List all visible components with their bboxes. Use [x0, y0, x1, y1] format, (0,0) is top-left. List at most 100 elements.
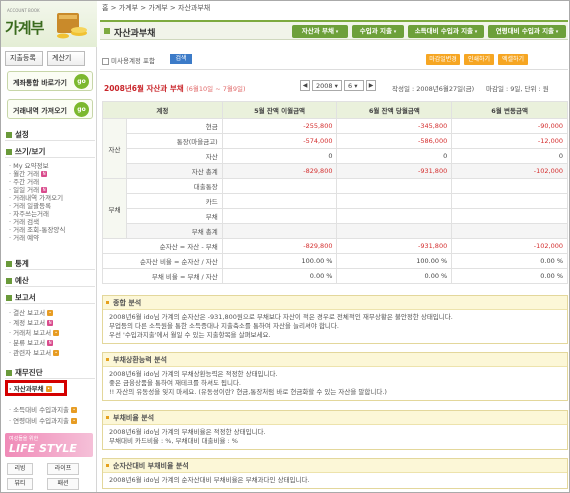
menu-item-monthly[interactable]: · 월간 거래 N [9, 170, 48, 178]
change-closing-button[interactable]: 마감일변경 [426, 54, 460, 65]
table-row: 부채 총계 [103, 223, 568, 239]
debt-group-label: 부채 [102, 178, 127, 239]
page-title: 자산과부채 [114, 29, 156, 39]
search-button[interactable]: 검색 [170, 54, 192, 64]
new-badge-icon: N [47, 340, 54, 346]
menu-item-summary[interactable]: · My 요약정보 [9, 162, 49, 170]
prev-month-button[interactable]: ◀ [300, 80, 310, 91]
menu-item-income-compare[interactable]: · 소득대비 수입과지출 • [9, 406, 78, 414]
lock-icon: • [47, 310, 54, 316]
closing-info: 마감일 : 9일, 단위 : 원 [486, 85, 549, 93]
table-row: 부채 비율 = 부채 / 자산 0.00 % 0.00 % 0.00 % [102, 268, 568, 284]
menu-item-account-report[interactable]: · 계정 보고서 N [9, 319, 54, 327]
lock-icon: • [71, 418, 78, 424]
account-link-button[interactable]: 계좌통합 바로가기 go [7, 71, 93, 91]
tab-income-compare[interactable]: 소득대비 수입과 지출 [408, 25, 484, 38]
analysis-body: 2008년6월 ido님 가계의 순자산은 -931,800원으로 부채보다 자… [109, 313, 453, 339]
analysis-debt-ratio: 부채비율 분석 2008년6월 ido님 가계의 부채비율은 적정한 상태입니다… [102, 410, 568, 450]
menu-item-reserve[interactable]: · 거래 예약 [9, 234, 39, 242]
import-label: 거래내역 가져오기 [13, 107, 67, 115]
menu-item-daily[interactable]: · 일일 거래 N [9, 186, 48, 194]
tab-assets-debts[interactable]: 자산과 부채 [292, 25, 348, 38]
year-select[interactable]: 2008 ▾ [312, 80, 342, 91]
logo[interactable]: ACCOUNT BOOK 가계부 [1, 1, 97, 47]
menu-item-age-compare[interactable]: · 연령대비 수입과지출 • [9, 417, 78, 425]
table-row: 자산 총계 -829,800 -931,800 -102,000 [103, 163, 568, 179]
assets-debts-table: 계정 5월 잔액 이월금액 6월 잔액 당월금액 6월 변동금액 자산 현금 -2… [102, 101, 568, 284]
bullet-icon [6, 370, 12, 376]
life-style-banner[interactable]: 여성들을 위한 LIFE STYLE [5, 433, 93, 457]
coins-book-icon [57, 13, 87, 39]
header-change: 6월 변동금액 [451, 101, 568, 119]
beauty-button[interactable]: 뷰티 [7, 478, 33, 490]
menu-item-bulk[interactable]: · 거래 일괄등록 [9, 202, 51, 210]
table-row: 순자산 = 자산 - 부채 -829,800 -931,800 -102,000 [102, 238, 568, 254]
menu-item-import[interactable]: · 거래내역 가져오기 [9, 194, 63, 202]
table-header-row: 계정 5월 잔액 이월금액 6월 잔액 당월금액 6월 변동금액 [102, 101, 568, 119]
header-current: 6월 잔액 당월금액 [336, 101, 453, 119]
menu-item-frequent[interactable]: · 자주쓰는거래 [9, 210, 49, 218]
menu-item-person-report[interactable]: · 관련자 보고서 • [9, 349, 60, 357]
analysis-title: 부채상환능력 분석 [103, 353, 567, 367]
selected-highlight [5, 380, 67, 396]
next-month-button[interactable]: ▶ [366, 80, 376, 91]
bullet-icon [6, 149, 12, 155]
analysis-title: 순자산대비 부채비율 분석 [103, 459, 567, 473]
calculator-button[interactable]: 계산기 [47, 51, 85, 66]
tab-age-compare[interactable]: 연령대비 수입과 지출 [488, 25, 566, 38]
table-row: 통장(마을금고) -574,000 -586,000 -12,000 [103, 133, 568, 149]
menu-settings[interactable]: 설정 [5, 129, 95, 141]
menu-stats[interactable]: 통계 [5, 258, 95, 270]
analysis-title: 종합 분석 [103, 296, 567, 310]
table-row: 자산 0 0 0 [103, 148, 568, 164]
analysis-body: 2008년6월 ido님 가계의 순자산대비 부채비율은 부채과다인 상태입니다… [109, 476, 310, 484]
menu-diagnosis[interactable]: 재무진단 [5, 367, 95, 379]
menu-item-settlement[interactable]: · 결산 보고서 • [9, 309, 54, 317]
menu-item-bankbook[interactable]: · 거래 조회-통장양식 [9, 226, 65, 234]
account-link-label: 계좌통합 바로가기 [13, 79, 67, 87]
menu-budget[interactable]: 예산 [5, 275, 95, 287]
logo-title: 가계부 [5, 19, 44, 37]
table-row: 자산 현금 -255,800 -345,800 -90,000 [102, 118, 568, 179]
month-select[interactable]: 6 ▾ [344, 80, 364, 91]
menu-item-weekly[interactable]: · 주간 거래 [9, 178, 39, 186]
title-bar: 자산과부채 자산과 부채 수입과 지출 소득대비 수입과 지출 연령대비 수입과… [100, 20, 568, 40]
life-style-title: LIFE STYLE [9, 442, 77, 455]
go-icon: go [74, 102, 89, 117]
breadcrumb: 홈 > 가계부 > 가계부 > 자산과부채 [102, 4, 211, 12]
header-account: 계정 [102, 101, 223, 119]
table-row: 부채 [103, 208, 568, 224]
bullet-icon [6, 261, 12, 267]
bullet-icon [6, 295, 12, 301]
written-date: 작성일 : 2008년6월27일(금) [392, 85, 475, 93]
new-badge-icon: N [41, 171, 48, 177]
excel-button[interactable]: 엑셀하기 [498, 54, 528, 65]
menu-item-category-report[interactable]: · 분류 보고서 N [9, 339, 54, 347]
bullet-icon [6, 132, 12, 138]
asset-group-label: 자산 [102, 118, 127, 179]
table-row: 순자산 비율 = 순자산 / 자산 100.00 % 100.00 % 0.00 % [102, 253, 568, 269]
menu-report[interactable]: 보고서 [5, 292, 95, 304]
life-style-subtitle: 여성들을 위한 [9, 436, 39, 442]
analysis-repayment: 부채상환능력 분석 2008년6월 ido님 가계의 부채상환능력은 적정한 상… [102, 352, 568, 401]
import-transactions-button[interactable]: 거래내역 가져오기 go [7, 99, 93, 119]
new-badge-icon: N [41, 187, 48, 193]
menu-write[interactable]: 쓰기/보기 [5, 146, 95, 158]
new-badge-icon: N [47, 320, 54, 326]
analysis-body: 2008년6월 ido님 가계의 부채상환능력은 적정한 상태입니다. 좋은 금… [109, 370, 387, 396]
analysis-net-debt-ratio: 순자산대비 부채비율 분석 2008년6월 ido님 가계의 순자산대비 부채비… [102, 458, 568, 489]
menu-item-search[interactable]: · 거래 검색 [9, 218, 39, 226]
divider [100, 69, 568, 70]
unused-account-checkbox[interactable] [102, 57, 109, 65]
life-button[interactable]: 라이프 [47, 463, 79, 475]
print-button[interactable]: 인쇄하기 [464, 54, 494, 65]
lock-icon: • [53, 330, 60, 336]
tab-income-expense[interactable]: 수입과 지출 [352, 25, 404, 38]
analysis-overall: 종합 분석 2008년6월 ido님 가계의 순자산은 -931,800원으로 … [102, 295, 568, 344]
fashion-button[interactable]: 패션 [47, 478, 79, 490]
header-prev: 5월 잔액 이월금액 [221, 101, 338, 119]
living-button[interactable]: 리빙 [7, 463, 33, 475]
entry-button[interactable]: 지출등록 [5, 51, 43, 66]
menu-item-vendor-report[interactable]: · 거래처 보고서 • [9, 329, 60, 337]
table-row: 부채 대출통장 [102, 178, 568, 239]
